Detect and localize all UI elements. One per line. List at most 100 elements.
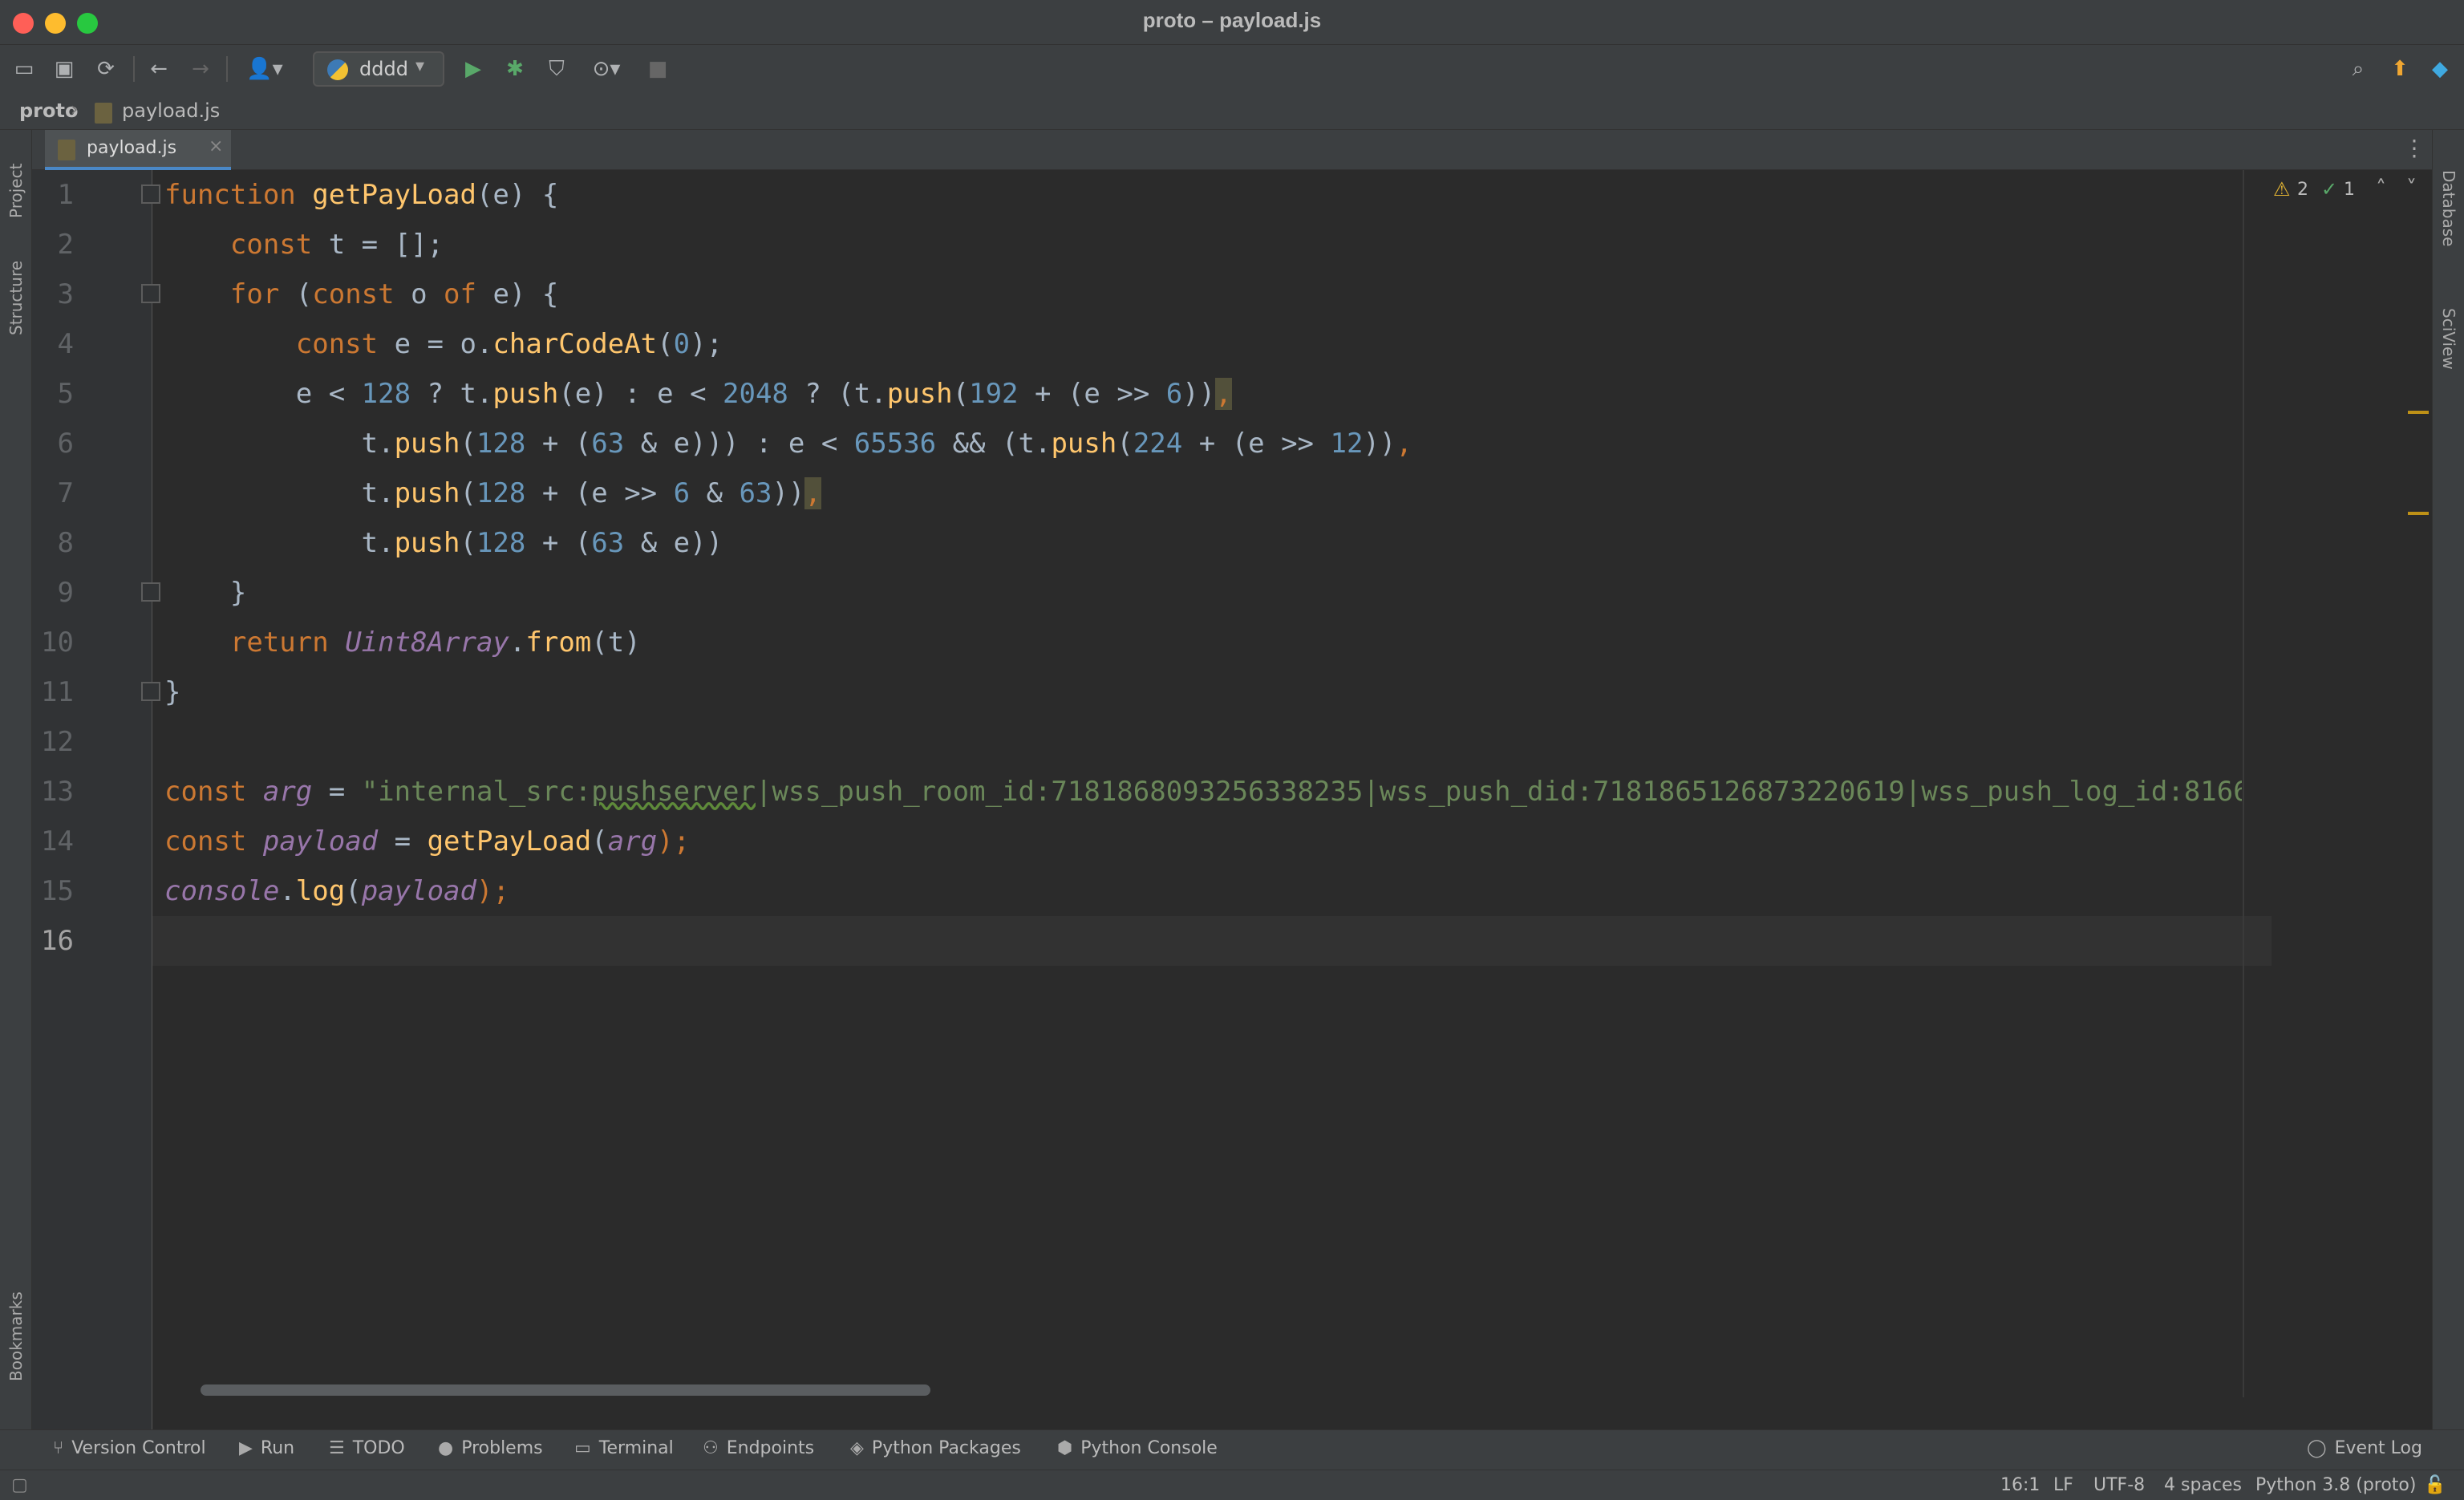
bookmarks-tool-tab[interactable]: Bookmarks (6, 1291, 26, 1381)
ok-count: 1 (2344, 180, 2355, 200)
line-number: 1 (57, 179, 74, 211)
run-tool[interactable]: ▶ Run (239, 1438, 294, 1458)
code-line-2[interactable]: const t = []; (164, 220, 444, 270)
warning-icon: ⚠ (2273, 178, 2291, 201)
line-number: 3 (57, 278, 74, 310)
line-number: 11 (41, 676, 74, 708)
problems-tool[interactable]: ● Problems (438, 1438, 543, 1458)
line-number: 13 (41, 776, 74, 808)
layout-toggle-icon[interactable]: ▢ (11, 1475, 28, 1495)
fold-marker-icon[interactable] (141, 184, 160, 204)
code-editor[interactable]: 1 2 3 4 5 6 7 8 9 10 11 12 13 14 15 16 f… (32, 170, 2432, 1429)
current-line-highlight (152, 916, 2272, 966)
more-vertical-icon[interactable]: ⋮ (2403, 135, 2426, 161)
line-number: 2 (57, 229, 74, 261)
code-line-13[interactable]: const arg = "internal_src:pushserver|wss… (164, 767, 2242, 817)
version-control-tool[interactable]: ⑂ Version Control (53, 1438, 206, 1458)
code-line-11[interactable]: } (164, 667, 180, 717)
run-icon[interactable]: ▶ (460, 56, 486, 82)
js-file-icon (58, 140, 75, 160)
jetbrains-logo-icon[interactable]: ◆ (2427, 56, 2453, 82)
indent-setting[interactable]: 4 spaces (2164, 1475, 2242, 1495)
update-icon[interactable]: ⬆ (2387, 56, 2413, 82)
code-line-4[interactable]: const e = o.charCodeAt(0); (164, 319, 723, 369)
layers-icon: ◈ (850, 1438, 864, 1458)
python-interpreter[interactable]: Python 3.8 (proto) (2255, 1475, 2416, 1495)
run-configuration-label: dddd (359, 58, 408, 80)
structure-tool-tab[interactable]: Structure (6, 261, 26, 335)
sciview-tool-tab[interactable]: SciView (2439, 308, 2458, 370)
breadcrumb: proto › payload.js (0, 93, 2464, 130)
warning-stripe-marker[interactable] (2408, 512, 2429, 515)
line-separator[interactable]: LF (2053, 1475, 2073, 1495)
breadcrumb-project[interactable]: proto (19, 99, 78, 122)
todo-tool[interactable]: ☰ TODO (329, 1438, 405, 1458)
chevron-up-icon[interactable]: ˄ (2376, 176, 2386, 201)
warning-stripe-marker[interactable] (2408, 411, 2429, 414)
status-bar: ▢ 16:1 LF UTF-8 4 spaces Python 3.8 (pro… (0, 1470, 2464, 1500)
endpoints-icon: ⚇ (703, 1438, 719, 1458)
tab-payload-js[interactable]: payload.js × (45, 130, 231, 170)
info-icon: ● (438, 1438, 454, 1458)
checkmark-icon: ✓ (2321, 178, 2338, 201)
code-line-14[interactable]: const payload = getPayLoad(arg); (164, 817, 690, 866)
fold-marker-icon[interactable] (141, 582, 160, 602)
scrollbar-thumb[interactable] (201, 1384, 930, 1396)
database-tool-tab[interactable]: Database (2439, 170, 2458, 246)
run-configuration-selector[interactable]: dddd ▾ (313, 51, 444, 87)
code-line-15[interactable]: console.log(payload); (164, 866, 509, 916)
speech-bubble-icon: ◯ (2307, 1438, 2327, 1458)
breadcrumb-file[interactable]: payload.js (122, 99, 220, 122)
event-log-tool[interactable]: ◯ Event Log (2307, 1438, 2422, 1458)
code-line-5[interactable]: e < 128 ? t.push(e) : e < 2048 ? (t.push… (164, 369, 1232, 419)
endpoints-tool[interactable]: ⚇ Endpoints (703, 1438, 814, 1458)
code-line-1[interactable]: function getPayLoad(e) { (164, 170, 558, 220)
file-encoding[interactable]: UTF-8 (2093, 1475, 2145, 1495)
code-line-10[interactable]: return Uint8Array.from(t) (164, 618, 641, 667)
debug-bug-icon[interactable]: ✱ (502, 56, 528, 82)
main-toolbar: ▭ ▣ ⟳ ← → 👤▾ dddd ▾ ▶ ✱ ⛉ ⊙▾ ■ ⌕ ⬆ ◆ (0, 45, 2464, 93)
right-margin-guide (2243, 170, 2244, 1397)
line-number: 10 (41, 626, 74, 659)
code-line-6[interactable]: t.push(128 + (63 & e))) : e < 65536 && (… (164, 419, 1412, 468)
python-console-tool[interactable]: ⬢ Python Console (1057, 1438, 1218, 1458)
list-icon: ☰ (329, 1438, 345, 1458)
close-icon[interactable]: × (209, 136, 223, 156)
tab-label: payload.js (87, 138, 177, 158)
code-line-7[interactable]: t.push(128 + (e >> 6 & 63)), (164, 468, 821, 518)
code-line-8[interactable]: t.push(128 + (63 & e)) (164, 518, 723, 568)
caret-position[interactable]: 16:1 (2000, 1475, 2040, 1495)
back-arrow-icon[interactable]: ← (146, 56, 172, 82)
line-number: 5 (57, 378, 74, 410)
line-number: 6 (57, 428, 74, 460)
open-folder-icon[interactable]: ▭ (11, 56, 37, 82)
chevron-down-icon[interactable]: ˅ (2406, 176, 2417, 201)
forward-arrow-icon[interactable]: → (188, 56, 213, 82)
stop-icon[interactable]: ■ (645, 56, 671, 82)
profile-dropdown-icon[interactable]: ⊙▾ (582, 56, 630, 82)
terminal-tool[interactable]: ▭ Terminal (574, 1438, 674, 1458)
code-line-3[interactable]: for (const o of e) { (164, 270, 558, 319)
fold-marker-icon[interactable] (141, 682, 160, 701)
lock-icon[interactable]: 🔓 (2424, 1475, 2446, 1495)
line-number: 7 (57, 477, 74, 509)
user-dropdown-icon[interactable]: 👤▾ (241, 56, 289, 82)
inspection-widget[interactable]: ⚠ 2 ✓ 1 ˄ ˅ (2273, 176, 2434, 207)
code-line-9[interactable]: } (164, 568, 246, 618)
chevron-down-icon: ▾ (415, 56, 425, 76)
save-icon[interactable]: ▣ (51, 56, 77, 82)
horizontal-scrollbar[interactable] (152, 1381, 2272, 1399)
terminal-icon: ▭ (574, 1438, 591, 1458)
python-packages-tool[interactable]: ◈ Python Packages (850, 1438, 1021, 1458)
search-icon[interactable]: ⌕ (2345, 56, 2371, 82)
bottom-tool-bar: ⑂ Version Control ▶ Run ☰ TODO ● Problems ▭ T… (0, 1429, 2464, 1470)
line-number: 15 (41, 875, 74, 907)
fold-marker-icon[interactable] (141, 284, 160, 303)
js-file-icon (95, 103, 112, 124)
line-number-current: 16 (41, 925, 74, 957)
python-icon (327, 59, 348, 80)
window-title: proto – payload.js (1142, 8, 1322, 32)
sync-icon[interactable]: ⟳ (93, 56, 119, 82)
coverage-icon[interactable]: ⛉ (544, 56, 569, 82)
project-tool-tab[interactable]: Project (6, 164, 26, 218)
